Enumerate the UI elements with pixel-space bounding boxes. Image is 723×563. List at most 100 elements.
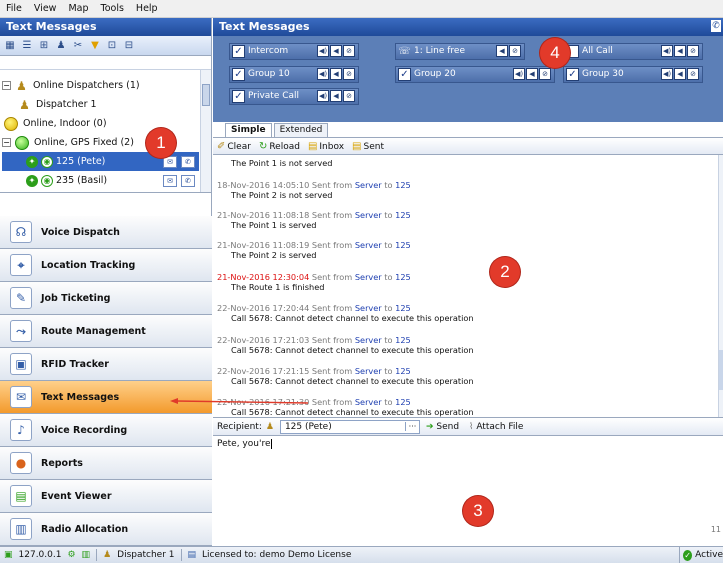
message-to: 125 [395, 180, 411, 190]
channel-checkbox[interactable]: ✓ [398, 67, 411, 81]
message-item[interactable]: 18-Nov-2016 14:05:10 Sent from Server to… [217, 180, 411, 200]
nav-job-ticketing[interactable]: ✎ Job Ticketing [0, 282, 212, 315]
tree-item-dispatcher[interactable]: ♟ Dispatcher 1 [2, 95, 211, 114]
mute-icon[interactable]: ⊘ [687, 44, 699, 57]
tab-extended[interactable]: Extended [273, 123, 329, 137]
reload-icon: ↻ [258, 140, 268, 152]
mute-icon[interactable]: ⊘ [539, 67, 551, 80]
left-panel-title: Text Messages [0, 18, 211, 36]
message-icon[interactable]: ✉ [163, 174, 177, 187]
connection-icon: ▣ [4, 550, 13, 560]
left-toolbar: ▦ ☰ ⊞ ♟ ✂ ▼ ⊡ ⊟ [0, 36, 211, 56]
nav-radio-allocation[interactable]: ▥ Radio Allocation [0, 513, 212, 546]
nav-label: Voice Recording [41, 424, 128, 436]
tab-simple[interactable]: Simple [225, 123, 272, 137]
message-header: 21-Nov-2016 11:08:19 Sent from Server to… [217, 240, 411, 250]
phone-icon[interactable]: ✆ [711, 20, 721, 32]
compose-text: Pete, you're [217, 439, 271, 449]
volume-down-icon[interactable]: ◀ [496, 44, 508, 57]
menu-view[interactable]: View [34, 3, 57, 14]
nav-rfid-tracker[interactable]: ▣ RFID Tracker [0, 348, 212, 381]
collapse-icon[interactable]: ⊟ [123, 40, 135, 52]
volume-down-icon[interactable]: ◀ [674, 44, 686, 57]
nav-event-viewer[interactable]: ▤ Event Viewer [0, 480, 212, 513]
message-item[interactable]: 22-Nov-2016 17:20:44 Sent from Server to… [217, 303, 474, 323]
view-list-icon[interactable]: ☰ [21, 40, 33, 52]
menu-tools[interactable]: Tools [101, 3, 124, 14]
tree-group-dispatchers[interactable]: − ♟ Online Dispatchers (1) [2, 76, 211, 95]
messages-scrollbar[interactable] [718, 155, 723, 417]
right-panel-header: Text Messages ✆ [213, 18, 723, 36]
volume-up-icon[interactable]: ◀) [317, 44, 329, 57]
message-body: The Point 2 is not served [231, 190, 333, 200]
message-item[interactable]: The Point 1 is not served [217, 158, 332, 168]
collapse-toggle-icon[interactable]: − [2, 81, 11, 90]
tree-search-input[interactable] [0, 56, 211, 70]
tools-icon[interactable]: ✂ [72, 40, 84, 52]
call-icon[interactable]: ✆ [181, 155, 195, 168]
volume-down-icon[interactable]: ◀ [330, 44, 342, 57]
volume-down-icon[interactable]: ◀ [330, 89, 342, 102]
clear-button[interactable]: ✐ Clear [217, 141, 251, 152]
collapse-toggle-icon[interactable]: − [2, 138, 11, 147]
view-grid-icon[interactable]: ▦ [4, 40, 16, 52]
message-from: Server [354, 272, 382, 282]
volume-up-icon[interactable]: ◀) [661, 44, 673, 57]
mute-icon[interactable]: ⊘ [343, 67, 355, 80]
nav-location-tracking[interactable]: ⌖ Location Tracking [0, 249, 212, 282]
channel-checkbox[interactable]: ✓ [232, 89, 245, 103]
volume-up-icon[interactable]: ◀) [661, 67, 673, 80]
message-item[interactable]: 22-Nov-2016 17:21:15 Sent from Server to… [217, 366, 474, 386]
channel-line: ☏ 1: Line free ◀ ⊘ [395, 42, 525, 60]
mute-icon[interactable]: ⊘ [687, 67, 699, 80]
users-icon[interactable]: ♟ [55, 40, 67, 52]
volume-up-icon[interactable]: ◀) [317, 89, 329, 102]
inbox-button[interactable]: ▤ Inbox [308, 141, 344, 152]
browse-recipient-icon[interactable]: ··· [404, 422, 419, 431]
send-button[interactable]: ➔ Send [426, 422, 459, 432]
nav-route-management[interactable]: ⤳ Route Management [0, 315, 212, 348]
tree-group-gps[interactable]: − Online, GPS Fixed (2) [2, 133, 211, 152]
filter-icon[interactable]: ▼ [89, 40, 101, 52]
nav-voice-recording[interactable]: ♪ Voice Recording [0, 414, 212, 447]
recipient-label: Recipient: [217, 421, 262, 432]
expand-icon[interactable]: ⊡ [106, 40, 118, 52]
attach-file-button[interactable]: ⌇ Attach File [469, 422, 523, 432]
nav-label: RFID Tracker [41, 358, 109, 370]
callout-2: 2 [490, 257, 520, 287]
recipient-field[interactable]: 125 (Pete) ··· [279, 419, 420, 434]
nav-voice-dispatch[interactable]: ☊ Voice Dispatch [0, 216, 212, 249]
radio-icon: ▥ [10, 518, 32, 540]
channel-checkbox[interactable]: ✓ [566, 67, 579, 81]
call-icon[interactable]: ✆ [181, 174, 195, 187]
sent-button[interactable]: ▤ Sent [352, 141, 384, 152]
message-item[interactable]: 21-Nov-2016 11:08:18 Sent from Server to… [217, 210, 411, 230]
view-tree-icon[interactable]: ⊞ [38, 40, 50, 52]
message-item[interactable]: 21-Nov-2016 12:30:04 Sent from Server to… [217, 272, 411, 292]
menu-help[interactable]: Help [136, 3, 158, 14]
message-item[interactable]: 21-Nov-2016 11:08:19 Sent from Server to… [217, 240, 411, 260]
mute-icon[interactable]: ⊘ [343, 44, 355, 57]
volume-up-icon[interactable]: ◀) [513, 67, 525, 80]
compose-textarea[interactable]: Pete, you're 3 11 [213, 436, 723, 536]
menu-file[interactable]: File [6, 3, 22, 14]
reload-button[interactable]: ↻ Reload [259, 141, 300, 152]
message-item[interactable]: 22-Nov-2016 17:21:03 Sent from Server to… [217, 335, 474, 355]
volume-down-icon[interactable]: ◀ [526, 67, 538, 80]
channel-checkbox[interactable]: ✓ [232, 44, 245, 58]
mute-icon[interactable]: ⊘ [509, 44, 521, 57]
menu-map[interactable]: Map [68, 3, 88, 14]
volume-up-icon[interactable]: ◀) [317, 67, 329, 80]
tree-item-radio-235[interactable]: ✦ ◉ 235 (Basil) ✉ ✆ [2, 171, 199, 190]
nav-reports[interactable]: ● Reports [0, 447, 212, 480]
message-time: 21-Nov-2016 11:08:19 [217, 240, 310, 250]
channel-checkbox[interactable]: ✓ [232, 67, 245, 81]
volume-down-icon[interactable]: ◀ [330, 67, 342, 80]
message-from: Server [354, 303, 382, 313]
status-state-label: Active [695, 550, 723, 560]
tree-scrollbar[interactable] [200, 70, 211, 192]
message-time: 18-Nov-2016 14:05:10 [217, 180, 310, 190]
tree-group-indoor[interactable]: Online, Indoor (0) [2, 114, 211, 133]
volume-down-icon[interactable]: ◀ [674, 67, 686, 80]
mute-icon[interactable]: ⊘ [343, 89, 355, 102]
